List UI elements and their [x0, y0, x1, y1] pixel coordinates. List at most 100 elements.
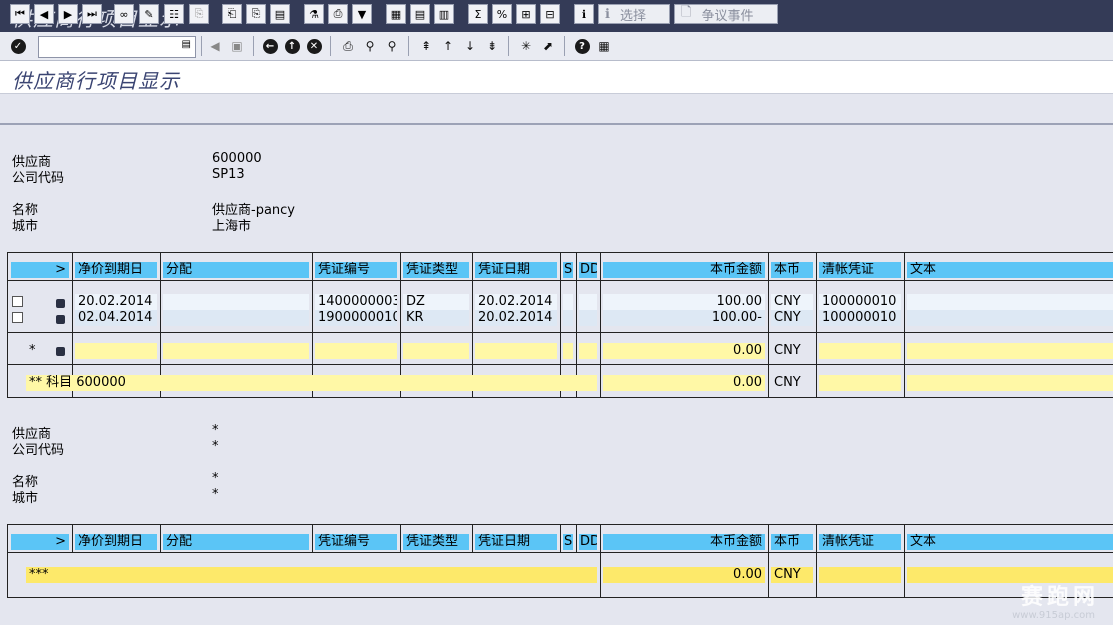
row1-s[interactable] — [563, 294, 573, 310]
row1-dd[interactable] — [579, 294, 597, 310]
first-page-icon[interactable]: ⇞ — [417, 37, 435, 55]
row1-net-due-date[interactable]: 20.02.2014 — [75, 294, 157, 310]
col-document-number[interactable]: 凭证编号 — [315, 534, 397, 550]
command-field[interactable]: ▤ — [38, 36, 196, 58]
subtotal-doc-date[interactable] — [475, 343, 557, 359]
row-checkbox[interactable] — [12, 296, 23, 307]
subtotal-amount[interactable]: 0.00 — [603, 343, 765, 359]
mass-change-icon[interactable]: ☷ — [164, 4, 184, 24]
row2-currency[interactable]: CNY — [771, 310, 813, 326]
next-item-icon[interactable]: ▶ — [58, 4, 78, 24]
col-document-date[interactable]: 凭证日期 — [475, 262, 557, 278]
subtotal-clearing[interactable] — [819, 343, 901, 359]
subtotal-text[interactable] — [907, 343, 1113, 359]
print-preview-icon[interactable]: ⎙ — [328, 4, 348, 24]
total-icon[interactable]: Σ — [468, 4, 488, 24]
exit-icon[interactable]: ↑ — [283, 37, 301, 55]
help-icon[interactable]: ? — [573, 37, 591, 55]
col-document-type[interactable]: 凭证类型 — [403, 534, 469, 550]
col-text[interactable]: 文本 — [907, 534, 1113, 550]
row2-document-date[interactable]: 20.02.2014 — [475, 310, 557, 326]
col-net-due-date[interactable]: 净价到期日 — [75, 534, 157, 550]
filter-icon[interactable]: ⚗ — [304, 4, 324, 24]
account-total-amount[interactable]: 0.00 — [603, 375, 765, 391]
subtotal-assignment[interactable] — [163, 343, 309, 359]
row2-net-due-date[interactable]: 02.04.2014 — [75, 310, 157, 326]
row2-assignment[interactable] — [163, 310, 309, 326]
select-all-column-header[interactable]: > — [11, 262, 69, 278]
col-document-type[interactable]: 凭证类型 — [403, 262, 469, 278]
select-all-column-header[interactable]: > — [11, 534, 69, 550]
copy-icon[interactable]: ⎘ — [246, 4, 266, 24]
layout-menu-icon[interactable]: ▦ — [595, 37, 613, 55]
col-clearing-document[interactable]: 清帐凭证 — [819, 262, 901, 278]
account-total-label[interactable]: ** 科目 600000 — [26, 375, 597, 391]
account-total-text[interactable] — [907, 375, 1113, 391]
row2-amount[interactable]: 100.00- — [603, 310, 765, 326]
row2-document-number[interactable]: 1900000010 — [315, 310, 397, 326]
col-clearing-document[interactable]: 清帐凭证 — [819, 534, 901, 550]
account-total-clearing[interactable] — [819, 375, 901, 391]
shortcut-icon[interactable]: ⬈ — [539, 37, 557, 55]
display-icon[interactable]: ∞ — [114, 4, 134, 24]
grand-total-amount[interactable]: 0.00 — [603, 567, 765, 583]
col-document-date[interactable]: 凭证日期 — [475, 534, 557, 550]
row1-amount[interactable]: 100.00 — [603, 294, 765, 310]
subtotal-icon[interactable]: % — [492, 4, 512, 24]
set-filter-icon[interactable]: ▼ — [352, 4, 372, 24]
col-s[interactable]: S — [563, 262, 573, 278]
subtotal-doc-type[interactable] — [403, 343, 469, 359]
save-view-icon[interactable]: ▤ — [270, 4, 290, 24]
subtotal-currency[interactable]: CNY — [771, 343, 813, 359]
dispute-case-button[interactable]: 🗋 争议事件 — [674, 4, 778, 24]
select-button[interactable]: ℹ 选择 — [598, 4, 670, 24]
row2-dd[interactable] — [579, 310, 597, 326]
subtotal-net-due[interactable] — [75, 343, 157, 359]
col-text[interactable]: 文本 — [907, 262, 1113, 278]
info-icon[interactable]: ℹ — [574, 4, 594, 24]
change-icon[interactable]: ✎ — [139, 4, 159, 24]
next-page-icon[interactable]: ↓ — [461, 37, 479, 55]
row2-document-type[interactable]: KR — [403, 310, 469, 326]
row2-clearing-document[interactable]: 100000010 — [819, 310, 901, 326]
grand-total-clearing[interactable] — [819, 567, 901, 583]
last-item-icon[interactable]: ⏭ — [82, 4, 102, 24]
grand-total-currency[interactable]: CNY — [771, 567, 813, 583]
expand-icon[interactable]: ⊞ — [516, 4, 536, 24]
row1-document-type[interactable]: DZ — [403, 294, 469, 310]
find-icon[interactable]: ⚲ — [361, 37, 379, 55]
col-assignment[interactable]: 分配 — [163, 262, 309, 278]
row1-clearing-document[interactable]: 100000010 — [819, 294, 901, 310]
prev-item-icon[interactable]: ◀ — [34, 4, 54, 24]
row1-currency[interactable]: CNY — [771, 294, 813, 310]
save-icon[interactable]: ▣ — [228, 37, 246, 55]
subtotal-doc-number[interactable] — [315, 343, 397, 359]
subtotal-dd[interactable] — [579, 343, 597, 359]
col-local-currency[interactable]: 本币 — [771, 262, 813, 278]
prev-icon[interactable]: ◀ — [206, 37, 224, 55]
grand-total-label[interactable]: *** — [26, 567, 597, 583]
new-session-icon[interactable]: ✳ — [517, 37, 535, 55]
col-local-amount[interactable]: 本币金额 — [603, 534, 765, 550]
col-net-due-date[interactable]: 净价到期日 — [75, 262, 157, 278]
enter-icon[interactable]: ✓ — [9, 37, 27, 55]
find-next-icon[interactable]: ⚲ — [383, 37, 401, 55]
row1-assignment[interactable] — [163, 294, 309, 310]
command-history-icon[interactable]: ▤ — [182, 39, 191, 50]
print-icon[interactable]: ⎙ — [339, 37, 357, 55]
col-s[interactable]: S — [563, 534, 573, 550]
col-dd[interactable]: DD — [579, 262, 597, 278]
row2-text[interactable] — [907, 310, 1113, 326]
row1-document-date[interactable]: 20.02.2014 — [475, 294, 557, 310]
collapse-icon[interactable]: ⊟ — [540, 4, 560, 24]
row-checkbox[interactable] — [12, 312, 23, 323]
prev-page-icon[interactable]: ↑ — [439, 37, 457, 55]
subtotal-s[interactable] — [563, 343, 573, 359]
col-document-number[interactable]: 凭证编号 — [315, 262, 397, 278]
account-total-currency[interactable]: CNY — [771, 375, 813, 391]
last-page-icon[interactable]: ⇟ — [483, 37, 501, 55]
col-local-amount[interactable]: 本币金额 — [603, 262, 765, 278]
back-icon[interactable]: ← — [261, 37, 279, 55]
row1-text[interactable] — [907, 294, 1113, 310]
layout-icon[interactable]: ▦ — [386, 4, 406, 24]
